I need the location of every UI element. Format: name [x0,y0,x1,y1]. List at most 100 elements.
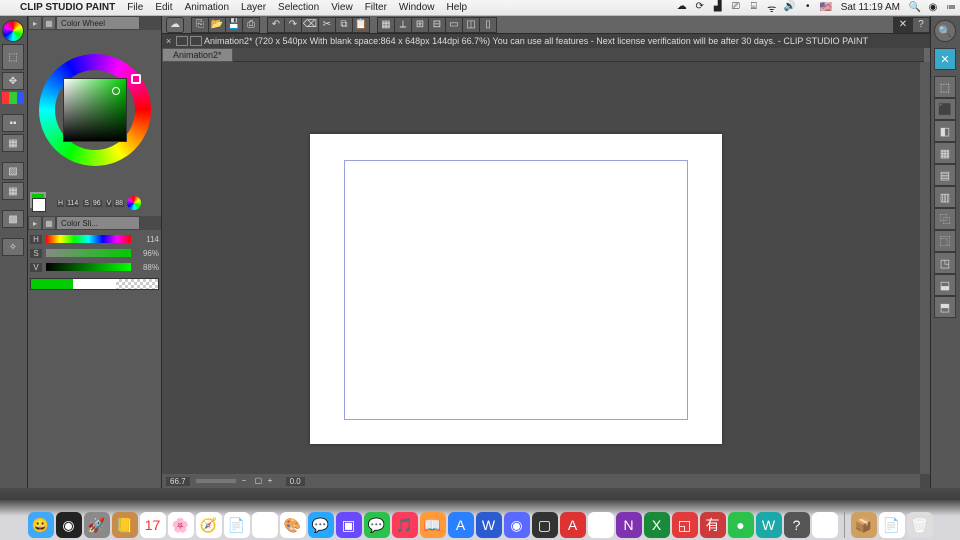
menu-selection[interactable]: Selection [272,2,325,13]
menu-file[interactable]: File [121,2,149,13]
dock-doc[interactable]: 📄 [879,512,905,538]
slider-collapse-icon[interactable]: ▸ [28,216,42,230]
color-bar-tool[interactable] [2,92,24,104]
rail-btn-2[interactable]: ⬚ [934,76,956,98]
move-tool[interactable]: ✥ [2,72,24,90]
clock[interactable]: Sat 11:19 AM [835,2,906,13]
toolbar-btn-18[interactable]: ◫ [462,17,480,33]
menu-view[interactable]: View [325,2,359,13]
sync-icon[interactable]: ⟳ [691,1,709,15]
zoom-value[interactable]: 66.7 [166,477,190,486]
toolbar-btn-13[interactable]: ▦ [377,17,395,33]
rail-btn-5[interactable]: ▦ [934,142,956,164]
rail-btn-10[interactable]: ◳ [934,252,956,274]
dock-app1[interactable]: ◱ [672,512,698,538]
rail-btn-4[interactable]: ◧ [934,120,956,142]
mini-wheel-icon[interactable] [127,196,141,210]
dock-messages[interactable]: 💬 [308,512,334,538]
canvas-area[interactable]: 66.7 − ▢ + 0.0 [162,62,930,488]
hue-slider[interactable] [46,235,131,243]
dock-music[interactable]: 🎵 [392,512,418,538]
dock-siri[interactable]: ◉ [56,512,82,538]
h-value[interactable]: 114 [135,235,159,244]
zoom-out-button[interactable]: − [242,476,254,486]
rail-btn-3[interactable]: ⬛ [934,98,956,120]
dock-clipstudio[interactable]: ◐ [812,512,838,538]
dock-audiobooks[interactable]: 📖 [420,512,446,538]
dock-books[interactable]: 📒 [112,512,138,538]
toolbar-btn-10[interactable]: ⧉ [335,17,353,33]
rail-btn-11[interactable]: ⬓ [934,274,956,296]
drive-icon[interactable]: ▟ [709,1,727,15]
flag-icon[interactable]: 🇺🇸 [817,2,835,13]
panel-menu-icon[interactable]: ▦ [42,16,56,30]
dock-app3[interactable]: W [756,512,782,538]
rotation-value[interactable]: 0.0 [286,477,305,486]
dock-box[interactable]: 📦 [851,512,877,538]
wechat-icon[interactable]: ☁ [673,1,691,15]
menu-layer[interactable]: Layer [235,2,272,13]
flag-icon[interactable]: • [799,1,817,15]
app-name[interactable]: CLIP STUDIO PAINT [14,2,121,13]
dock-facetime[interactable]: ▣ [336,512,362,538]
dock-discord[interactable]: ◉ [504,512,530,538]
dock-youtube[interactable]: ▶ [588,512,614,538]
canvas-paper[interactable] [310,134,722,444]
color-wheel-tool[interactable] [2,20,24,42]
sv-cursor[interactable] [112,87,120,95]
toolbar-btn-8[interactable]: ⌫ [301,17,319,33]
menu-window[interactable]: Window [393,2,441,13]
rail-btn-8[interactable]: ⿻ [934,208,956,230]
dock-wechat[interactable]: ● [728,512,754,538]
window-min-button[interactable] [176,36,188,46]
sv-square[interactable] [63,78,127,142]
rail-btn-0[interactable]: 🔍 [934,20,956,42]
dock-reminders[interactable]: ▤ [252,512,278,538]
dock-mail[interactable]: 🎨 [280,512,306,538]
toolbar-btn-16[interactable]: ⊟ [428,17,446,33]
menu-edit[interactable]: Edit [149,2,178,13]
background-swatch[interactable] [32,198,46,212]
close-document-button[interactable]: × [166,36,176,46]
dock-finder[interactable]: 😀 [28,512,54,538]
toolbar-btn-9[interactable]: ✂ [318,17,336,33]
dock-notes[interactable]: 📄 [224,512,250,538]
dock-adobe[interactable]: A [560,512,586,538]
dock-chat[interactable]: 💬 [364,512,390,538]
cloud-button[interactable]: ☁ [166,17,184,33]
notification-icon[interactable]: ≔ [942,2,960,13]
rail-btn-12[interactable]: ⬒ [934,296,956,318]
toolbar-btn-11[interactable]: 📋 [352,17,370,33]
dock-trash[interactable]: 🗑 [907,512,933,538]
display-icon[interactable]: ⎚ [727,1,745,15]
brush-tool[interactable]: ▪▪ [2,114,24,132]
toolbar-btn-1[interactable]: ⎘ [191,17,209,33]
help-button[interactable]: ? [912,17,930,33]
color-slider-tab[interactable]: Color Sli... [56,216,140,230]
dock-onenote[interactable]: N [616,512,642,538]
delete-button[interactable]: ✕ [893,17,913,33]
document-tab[interactable]: Animation2* [162,48,233,62]
hue-ring-cursor[interactable] [131,74,141,84]
rail-btn-1[interactable]: ✕ [934,48,956,70]
rail-btn-9[interactable]: ⿹ [934,230,956,252]
rail-btn-6[interactable]: ▤ [934,164,956,186]
zoom-in-button[interactable]: + [268,476,280,486]
selection-tool[interactable]: ⬚ [2,44,24,70]
zoom-slider[interactable] [196,479,236,483]
menu-animation[interactable]: Animation [179,2,235,13]
spotlight-icon[interactable]: 🔍 [906,2,924,13]
color-wheel-tab[interactable]: Color Wheel [56,16,140,30]
vertical-scrollbar[interactable] [920,62,930,474]
cast-icon[interactable]: ⌸ [745,1,763,15]
dock-excel[interactable]: X [644,512,670,538]
wifi-icon[interactable]: ᯤ [763,1,781,15]
effect-tool[interactable]: ✧ [2,238,24,256]
rail-btn-7[interactable]: ▥ [934,186,956,208]
pen-tool[interactable]: ▦ [2,134,24,152]
swatch-strip[interactable] [30,278,159,290]
dock-roblox[interactable]: ▢ [532,512,558,538]
toolbar-btn-19[interactable]: ▯ [479,17,497,33]
toolbar-btn-3[interactable]: 💾 [225,17,243,33]
toolbar-btn-2[interactable]: 📂 [208,17,226,33]
